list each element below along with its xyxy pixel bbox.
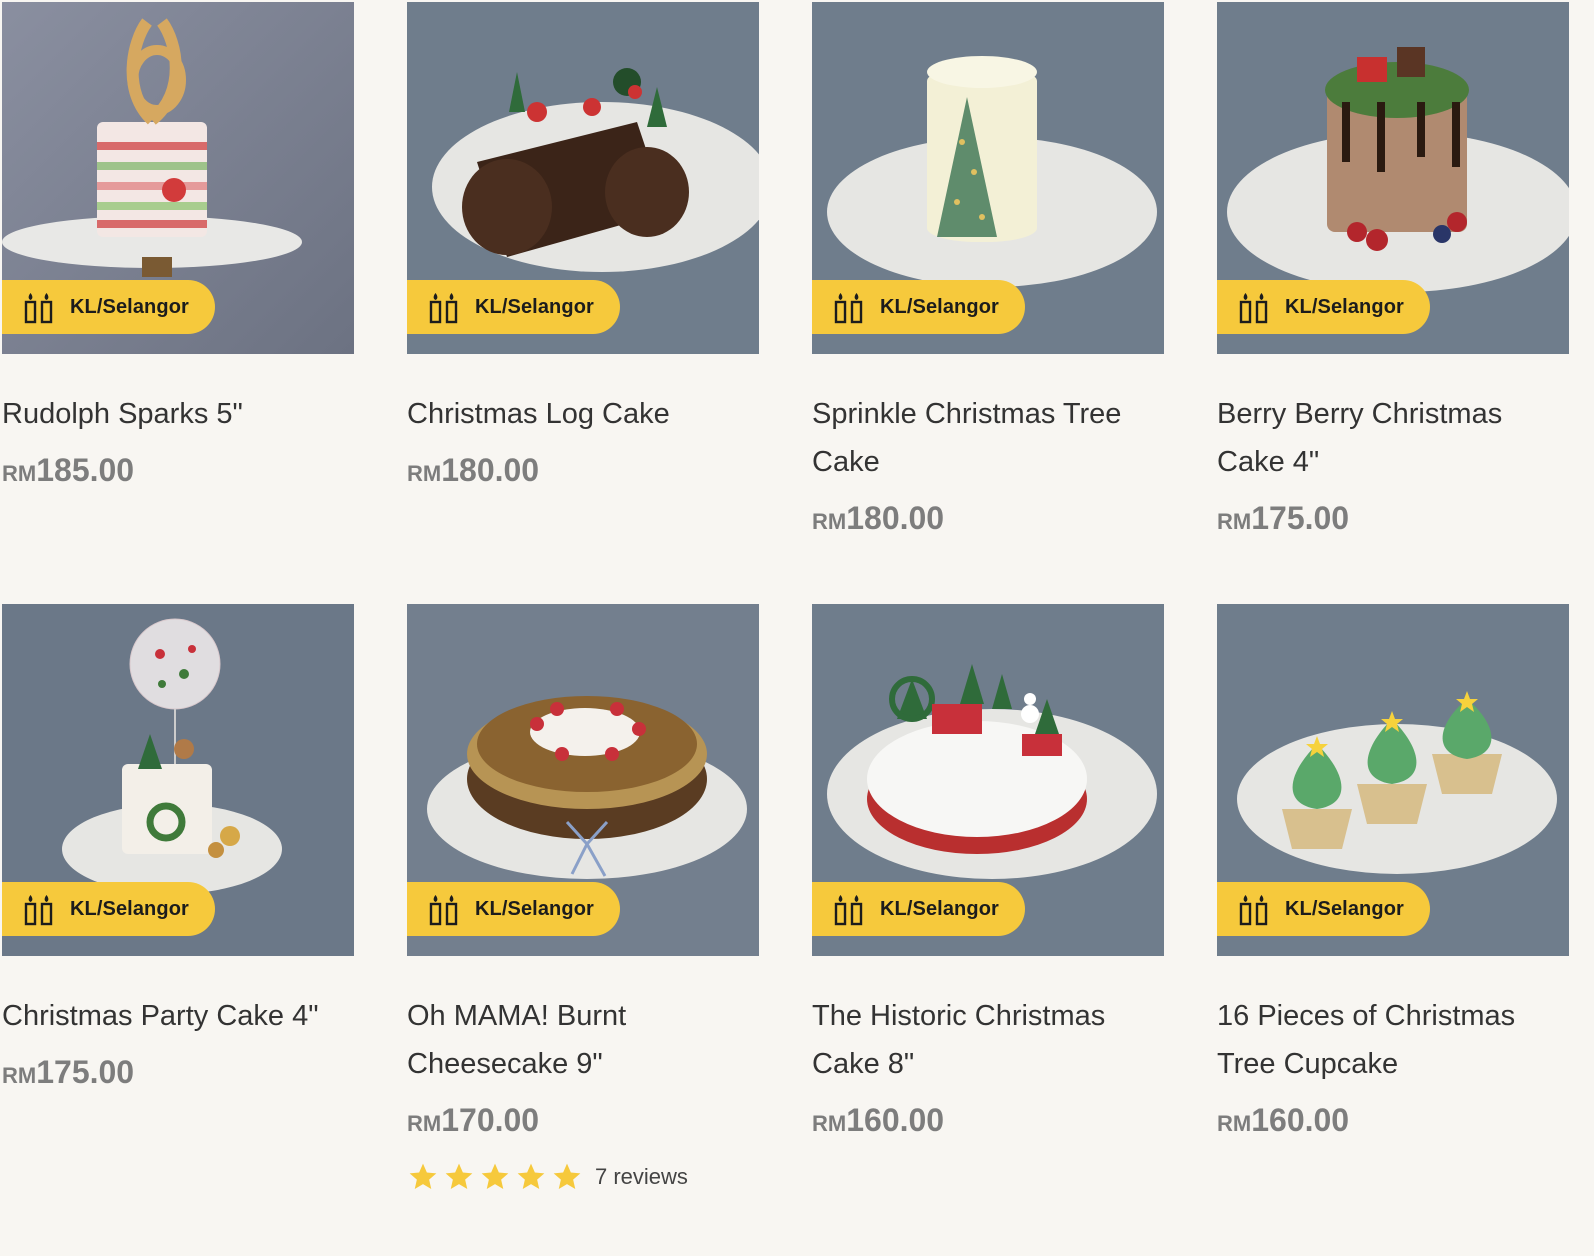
product-title[interactable]: Berry Berry Christmas Cake 4" [1217, 390, 1569, 486]
product-image[interactable]: KL/Selangor [2, 604, 354, 956]
product-title[interactable]: Christmas Party Cake 4" [2, 992, 354, 1040]
delivery-badge: KL/Selangor [812, 882, 1025, 936]
star-icon [481, 1163, 509, 1189]
product-image[interactable]: KL/Selangor [812, 2, 1164, 354]
star-rating [407, 1161, 583, 1193]
product-image[interactable]: KL/Selangor [407, 2, 759, 354]
badge-label: KL/Selangor [475, 295, 594, 318]
product-price: RM175.00 [1217, 500, 1350, 536]
product-price: RM185.00 [2, 452, 135, 488]
delivery-badge: KL/Selangor [2, 280, 215, 334]
delivery-badge: KL/Selangor [2, 882, 215, 936]
star-icon [517, 1163, 545, 1189]
candles-icon [429, 293, 458, 324]
product-title[interactable]: Oh MAMA! Burnt Cheesecake 9" [407, 992, 759, 1088]
product-price: RM160.00 [1217, 1102, 1350, 1138]
candles-icon [429, 895, 458, 926]
product-grid: KL/Selangor Rudolph Sparks 5" RM185.00 K… [0, 0, 1594, 1256]
product-title[interactable]: Christmas Log Cake [407, 390, 759, 438]
badge-label: KL/Selangor [880, 295, 999, 318]
product-image[interactable]: KL/Selangor [1217, 2, 1569, 354]
delivery-badge: KL/Selangor [407, 280, 620, 334]
star-icon [409, 1163, 437, 1189]
product-image[interactable]: KL/Selangor [2, 2, 354, 354]
star-icon [553, 1163, 581, 1189]
candles-icon [1239, 895, 1268, 926]
star-icon [445, 1163, 473, 1189]
product-price: RM180.00 [407, 452, 540, 488]
product-price: RM180.00 [812, 500, 945, 536]
product-title[interactable]: 16 Pieces of Christmas Tree Cupcake [1217, 992, 1569, 1088]
delivery-badge: KL/Selangor [1217, 882, 1430, 936]
product-image[interactable]: KL/Selangor [407, 604, 759, 956]
product-rating[interactable]: 7 reviews [407, 1161, 759, 1193]
delivery-badge: KL/Selangor [407, 882, 620, 936]
badge-label: KL/Selangor [880, 897, 999, 920]
product-card[interactable]: KL/Selangor The Historic Christmas Cake … [812, 604, 1164, 1147]
product-price: RM170.00 [407, 1102, 540, 1138]
product-card[interactable]: KL/Selangor 16 Pieces of Christmas Tree … [1217, 604, 1569, 1147]
product-title[interactable]: The Historic Christmas Cake 8" [812, 992, 1164, 1088]
product-image[interactable]: KL/Selangor [812, 604, 1164, 956]
candles-icon [1239, 293, 1268, 324]
candles-icon [24, 895, 53, 926]
candles-icon [24, 293, 53, 324]
product-card[interactable]: KL/Selangor Christmas Log Cake RM180.00 [407, 2, 759, 497]
product-title[interactable]: Sprinkle Christmas Tree Cake [812, 390, 1164, 486]
product-card[interactable]: KL/Selangor Oh MAMA! Burnt Cheesecake 9"… [407, 604, 759, 1193]
candles-icon [834, 293, 863, 324]
delivery-badge: KL/Selangor [812, 280, 1025, 334]
badge-label: KL/Selangor [70, 295, 189, 318]
badge-label: KL/Selangor [1285, 295, 1404, 318]
product-card[interactable]: KL/Selangor Rudolph Sparks 5" RM185.00 [2, 2, 354, 497]
product-image[interactable]: KL/Selangor [1217, 604, 1569, 956]
product-card[interactable]: KL/Selangor Sprinkle Christmas Tree Cake… [812, 2, 1164, 545]
badge-label: KL/Selangor [70, 897, 189, 920]
delivery-badge: KL/Selangor [1217, 280, 1430, 334]
badge-label: KL/Selangor [475, 897, 594, 920]
badge-label: KL/Selangor [1285, 897, 1404, 920]
product-price: RM160.00 [812, 1102, 945, 1138]
product-title[interactable]: Rudolph Sparks 5" [2, 390, 354, 438]
candles-icon [834, 895, 863, 926]
product-card[interactable]: KL/Selangor Berry Berry Christmas Cake 4… [1217, 2, 1569, 545]
product-card[interactable]: KL/Selangor Christmas Party Cake 4" RM17… [2, 604, 354, 1099]
product-price: RM175.00 [2, 1054, 135, 1090]
review-count[interactable]: 7 reviews [595, 1164, 688, 1190]
